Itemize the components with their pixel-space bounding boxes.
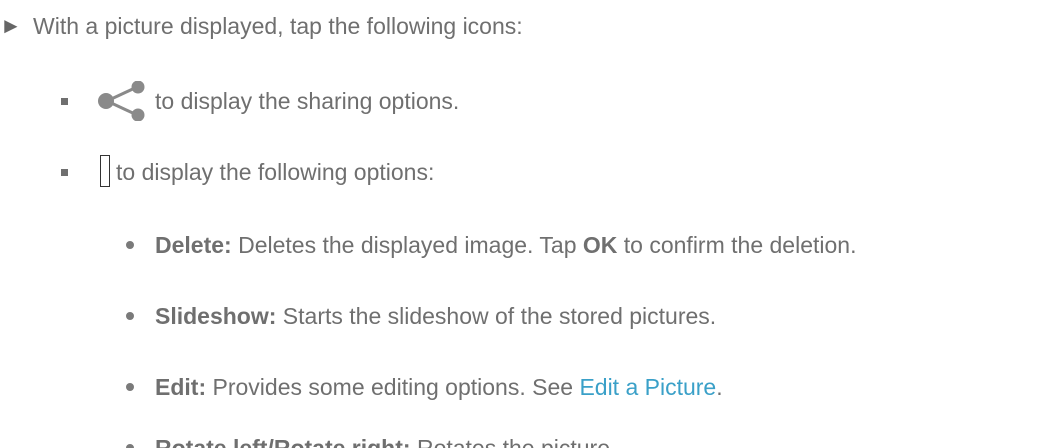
option-rotate: Rotate left/Rotate right: Rotates the pi…: [0, 434, 1054, 448]
list-item-share: to display the sharing options.: [0, 81, 600, 121]
more-options-item-text: to display the following options:: [116, 159, 435, 185]
share-item-text: to display the sharing options.: [155, 88, 460, 114]
dot-bullet-icon: [126, 383, 134, 391]
option-description: Provides some editing options. See: [206, 374, 580, 400]
dot-bullet-icon: [126, 444, 134, 448]
dot-bullet-icon: [126, 312, 134, 320]
square-bullet-icon: [61, 169, 68, 176]
option-description: Rotates the picture.: [410, 435, 617, 448]
option-delete-line: Delete: Deletes the displayed image. Tap…: [155, 231, 856, 259]
dot-bullet-icon: [126, 241, 134, 249]
list-item-more-options: to display the following options:: [0, 155, 600, 187]
arrow-bullet-icon: ►: [0, 13, 22, 38]
option-term: Edit:: [155, 374, 207, 400]
intro-text: With a picture displayed, tap the follow…: [33, 13, 523, 39]
option-term: Slideshow:: [155, 303, 277, 329]
option-edit-line: Edit: Provides some editing options. See…: [155, 373, 723, 401]
share-icon: [98, 81, 145, 121]
option-term: Rotate left/Rotate right:: [155, 435, 411, 448]
more-options-icon: [100, 155, 110, 187]
option-description: Starts the slideshow of the stored pictu…: [276, 303, 717, 329]
edit-a-picture-link[interactable]: Edit a Picture: [579, 374, 716, 400]
option-delete: Delete: Deletes the displayed image. Tap…: [0, 231, 1054, 259]
option-description-end: to confirm the deletion.: [617, 232, 857, 258]
option-slideshow: Slideshow: Starts the slideshow of the s…: [0, 302, 1054, 330]
option-term: Delete:: [155, 232, 232, 258]
square-bullet-icon: [61, 98, 68, 105]
ok-emphasis: OK: [582, 232, 618, 258]
option-description-end: .: [716, 374, 723, 400]
option-edit: Edit: Provides some editing options. See…: [0, 373, 1054, 401]
option-rotate-line: Rotate left/Rotate right: Rotates the pi…: [155, 434, 616, 448]
option-slideshow-line: Slideshow: Starts the slideshow of the s…: [155, 302, 716, 330]
option-description: Deletes the displayed image. Tap: [231, 232, 583, 258]
